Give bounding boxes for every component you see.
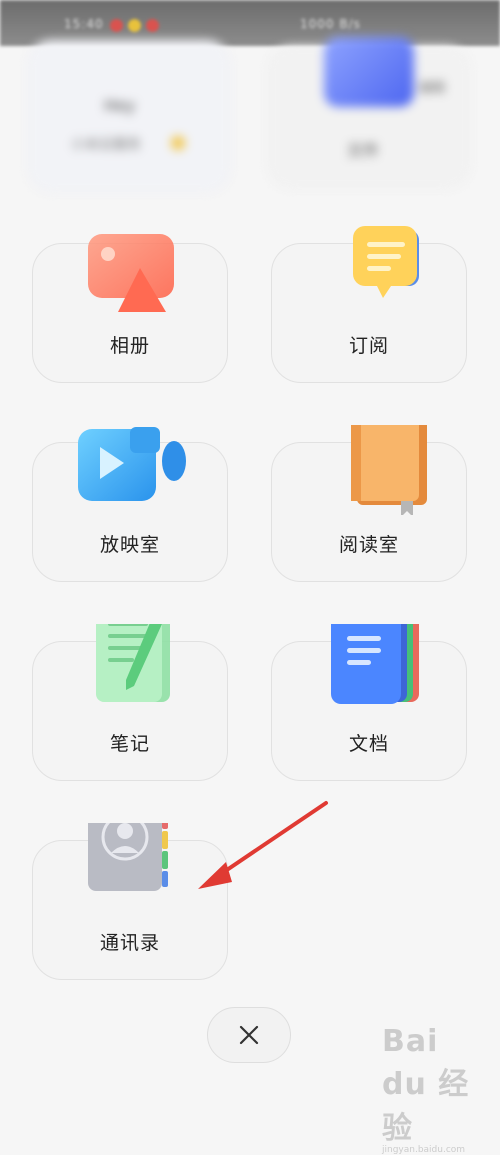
watermark-logo: Bai du 经验 jingyan.baidu.com	[382, 1024, 492, 1155]
close-icon	[239, 1025, 259, 1045]
tile-reading-room[interactable]: 阅读室	[271, 425, 467, 582]
tile-label: 笔记	[109, 733, 150, 755]
contacts-book-icon	[78, 823, 188, 913]
blurred-card-right-badge: 编辑	[419, 81, 446, 96]
tile-documents[interactable]: 文档	[271, 624, 467, 781]
tile-label: 订阅	[348, 335, 389, 357]
blurred-card-left-subtitle: 小米云服务	[71, 137, 141, 153]
tile-contacts[interactable]: 通讯录	[32, 823, 228, 980]
blurred-dot-icon	[171, 136, 185, 150]
tile-label: 文档	[348, 733, 389, 755]
close-button[interactable]	[207, 1007, 291, 1063]
subscription-icon	[317, 226, 427, 316]
tile-notes[interactable]: 笔记	[32, 624, 228, 781]
tile-label: 相册	[109, 335, 150, 357]
watermark-brand: Bai du 经验	[382, 1024, 470, 1146]
tile-label: 阅读室	[338, 534, 399, 556]
tile-subscription[interactable]: 订阅	[271, 226, 467, 383]
tile-screening-room[interactable]: 放映室	[32, 427, 228, 582]
status-time: 15:40	[64, 17, 104, 31]
notes-pencil-icon	[78, 624, 188, 714]
blurred-card-left: Hey 小米云服务	[28, 40, 230, 192]
notification-icons	[110, 19, 159, 32]
blurred-file-icon	[324, 37, 414, 107]
tile-label: 放映室	[99, 534, 160, 556]
blurred-card-right-title: 文件	[347, 141, 380, 160]
tile-photo-album[interactable]: 相册	[32, 234, 228, 383]
video-camera-icon	[78, 425, 188, 515]
status-network-speed: 1000 B/s	[300, 17, 361, 31]
document-icon	[317, 624, 427, 714]
blurred-card-left-title: Hey	[104, 96, 136, 115]
tile-label: 通讯录	[99, 932, 160, 954]
watermark-url: jingyan.baidu.com	[382, 1145, 466, 1155]
book-icon	[317, 425, 427, 515]
photo-album-icon	[78, 226, 188, 316]
blurred-card-right: 编辑 文件	[268, 37, 470, 188]
